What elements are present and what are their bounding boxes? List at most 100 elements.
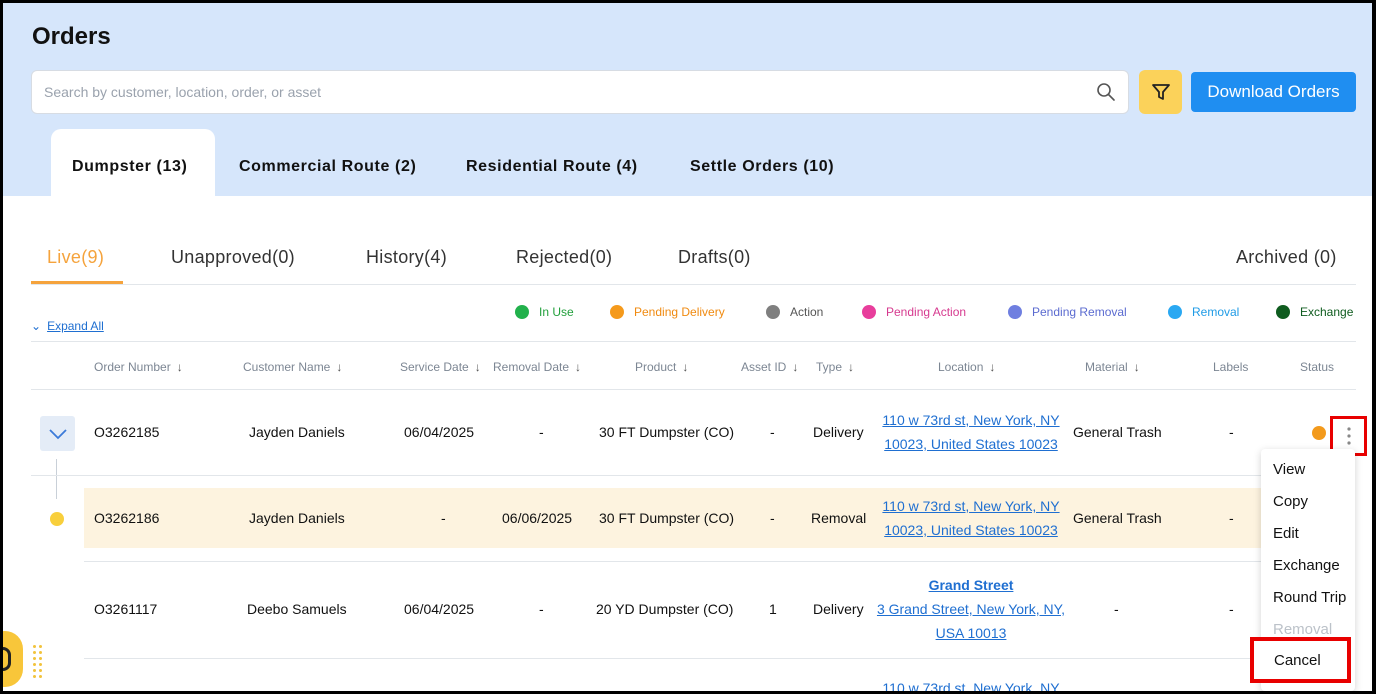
asset-id: - [770,510,775,526]
row-divider [84,658,1262,659]
product: 30 FT Dumpster (CO) [599,510,735,526]
status-dot-yellow [50,512,64,526]
menu-item-exchange[interactable]: Exchange [1273,557,1340,574]
customer-name: Jayden Daniels [249,424,345,440]
col-type[interactable]: Type ↓ [816,360,854,374]
order-type: Delivery [813,424,864,440]
row-connector-line [56,459,57,499]
legend-item-exchange: Exchange [1276,305,1353,319]
tab-dumpster[interactable]: Dumpster (13) [72,158,187,176]
material: General Trash [1073,510,1162,526]
legend-label: Action [790,305,824,319]
status-dot-pending-delivery [1312,426,1326,440]
subtab-archived[interactable]: Archived (0) [1236,247,1337,268]
more-vertical-icon [1346,427,1351,445]
col-material[interactable]: Material ↓ [1085,360,1140,374]
expand-all-link[interactable]: ⌄ Expand All [31,319,104,333]
material: General Trash [1073,424,1162,440]
tab-settle-orders[interactable]: Settle Orders (10) [690,158,834,176]
row-expand-button[interactable] [40,416,75,451]
sort-arrow-icon: ↓ [575,360,582,374]
service-date: 06/04/2025 [404,424,475,440]
legend-label: Pending Removal [1032,305,1127,319]
page-title: Orders [32,23,111,50]
legend-label: Removal [1192,305,1240,319]
subtab-history[interactable]: History(4) [366,247,447,268]
location-name: Grand Street [928,577,1014,593]
drag-handle-icon[interactable] [33,645,45,678]
sort-arrow-icon: ↓ [792,360,799,374]
menu-item-round-trip[interactable]: Round Trip [1273,589,1346,606]
customer-name: Jayden Daniels [249,510,345,526]
menu-item-edit[interactable]: Edit [1273,525,1299,542]
col-location[interactable]: Location ↓ [938,360,995,374]
asset-id: - [770,424,775,440]
sort-arrow-icon: ↓ [474,360,481,374]
legend-dot [766,305,780,319]
location-link[interactable]: Grand Street 3 Grand Street, New York, N… [871,573,1071,645]
sort-arrow-icon: ↓ [1133,360,1140,374]
chevron-down-icon [48,428,67,439]
menu-item-removal: Removal [1273,621,1333,638]
removal-date: - [539,424,544,440]
product: 20 YD Dumpster (CO) [596,601,734,617]
legend-label: Pending Action [886,305,967,319]
service-date: 06/04/2025 [404,601,475,617]
sort-arrow-icon: ↓ [682,360,689,374]
tab-residential-route[interactable]: Residential Route (4) [466,158,638,176]
tab-commercial-route[interactable]: Commercial Route (2) [239,158,416,176]
legend-dot [862,305,876,319]
service-date: - [441,510,446,526]
menu-item-view[interactable]: View [1273,461,1305,478]
legend-item-pending-action: Pending Action [862,305,966,319]
menu-item-cancel[interactable]: Cancel [1250,637,1351,683]
col-order-number[interactable]: Order Number ↓ [94,360,183,374]
order-number[interactable]: O3261117 [94,601,157,617]
legend-label: Exchange [1300,305,1354,319]
help-widget-button[interactable] [3,631,23,687]
customer-name: Deebo Samuels [247,601,347,617]
order-type: Delivery [813,601,864,617]
material: - [1114,601,1119,617]
col-service-date[interactable]: Service Date ↓ [400,360,481,374]
order-number[interactable]: O3262186 [94,510,159,526]
filter-button[interactable] [1139,70,1182,114]
col-product[interactable]: Product ↓ [635,360,688,374]
subtab-unapproved[interactable]: Unapproved(0) [171,247,295,268]
legend-label: Pending Delivery [634,305,725,319]
row-divider [31,475,1261,476]
sort-arrow-icon: ↓ [336,360,343,374]
order-number[interactable]: O3262185 [94,424,159,440]
row-divider [84,561,1262,562]
col-removal-date[interactable]: Removal Date ↓ [493,360,581,374]
location-link[interactable]: 110 w 73rd st, New York, NY 10023, United… [871,494,1071,542]
legend-dot [515,305,529,319]
page-header: Orders Download Orders Dumpster (13) Com… [3,3,1372,199]
subtab-drafts[interactable]: Drafts(0) [678,247,751,268]
sort-arrow-icon: ↓ [848,360,855,374]
col-customer-name[interactable]: Customer Name ↓ [243,360,342,374]
sort-arrow-icon: ↓ [176,360,183,374]
legend-dot [610,305,624,319]
orders-page: Orders Download Orders Dumpster (13) Com… [3,3,1372,691]
labels: - [1229,510,1234,526]
col-labels: Labels [1213,360,1249,374]
location-link[interactable]: 110 w 73rd st, New York, NY 10023, United… [871,408,1071,456]
subtab-rejected[interactable]: Rejected(0) [516,247,612,268]
order-type: Removal [811,510,867,526]
legend-dot [1276,305,1290,319]
download-orders-button[interactable]: Download Orders [1191,72,1356,112]
menu-item-copy[interactable]: Copy [1273,493,1308,510]
subtab-live[interactable]: Live(9) [47,247,104,268]
legend-dot [1168,305,1182,319]
legend-item-action: Action [766,305,823,319]
removal-date: - [539,601,544,617]
location-link[interactable]: 110 w 73rd st, New York, NY [871,676,1071,691]
search-box[interactable] [31,70,1129,114]
subtab-divider [31,284,1356,285]
search-icon[interactable] [1096,82,1116,102]
col-status: Status [1300,360,1335,374]
col-asset-id[interactable]: Asset ID ↓ [741,360,798,374]
labels: - [1229,424,1234,440]
search-input[interactable] [44,71,1084,113]
